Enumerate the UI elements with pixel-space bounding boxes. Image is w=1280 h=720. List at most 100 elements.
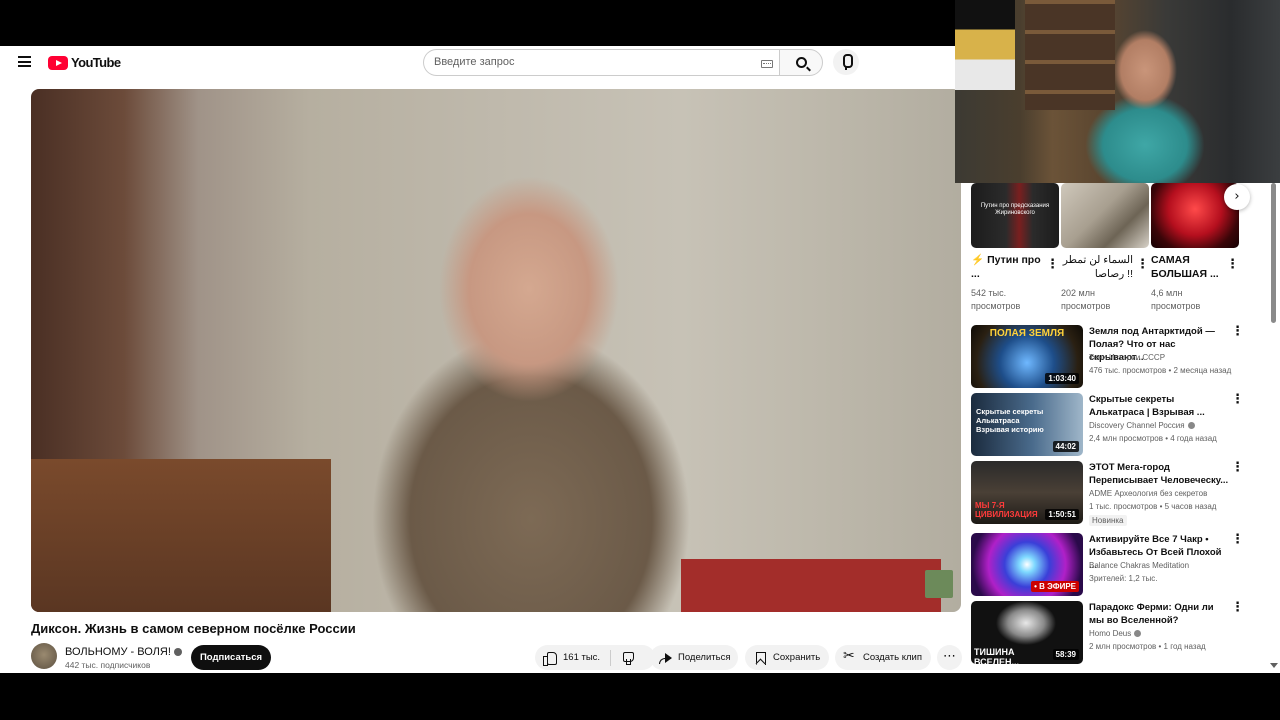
flame-icon: ⚡ [971,254,985,266]
short-menu-icon[interactable]: ⋮ [1136,258,1149,271]
channel-name: Homo Deus [1089,629,1132,638]
share-button[interactable]: Поделиться [650,645,738,670]
video-title[interactable]: Парадокс Ферми: Одни ли мы во Вселенной? [1089,601,1229,627]
more-actions-icon[interactable]: ⋯ [937,645,962,670]
share-label: Поделиться [678,652,731,663]
duration-badge: 1:03:40 [1045,373,1079,384]
youtube-logo[interactable]: YouTube [48,55,121,70]
scroll-down-arrow-icon[interactable] [1270,663,1278,668]
short-thumb-text: Путин про предсказания Жириновского [980,203,1050,216]
video-frame-furniture [31,459,331,612]
new-badge: Новинка [1089,515,1127,526]
like-count: 161 тыс. [563,652,601,663]
logo-text: YouTube [71,55,121,70]
video-thumbnail[interactable]: • В ЭФИРЕ [971,533,1083,596]
short-title[interactable]: САМАЯ БОЛЬШАЯ ... [1151,253,1223,281]
search-bar [423,49,823,76]
scrollbar-thumb[interactable] [1271,183,1276,323]
verified-icon [173,648,182,657]
voice-search-mic-icon[interactable] [833,49,859,75]
related-video-item[interactable]: МЫ 7-Я ЦИВИЛИЗАЦИЯ 1:50:51 ЭТОТ Мега-гор… [971,461,1246,526]
shorts-shelf: Путин про предсказания Жириновского ⚡ Пут… [971,183,1241,313]
webcam-bookshelf [1025,0,1115,110]
short-views: 202 млн просмотров [1061,288,1111,311]
duration-badge: 44:02 [1052,441,1079,452]
thumb-text: Скрытые секреты Алькатраса Взрывая истор… [976,407,1044,434]
video-title: Диксон. Жизнь в самом северном посёлке Р… [31,621,356,636]
video-meta: 476 тыс. просмотров • 2 месяца назад [1089,366,1232,375]
related-video-item[interactable]: • В ЭФИРЕ Активируйте Все 7 Чакр • Избав… [971,533,1246,597]
channel-name[interactable]: Тени Истории СССР [1089,353,1239,362]
thumb-text: ТИШИНА ВСЕЛЕН... [974,647,1019,664]
share-icon [658,651,672,665]
channel-name[interactable]: Balance Chakras Meditation [1089,561,1239,570]
subscriber-count: 442 тыс. подписчиков [65,660,151,670]
channel-name-link[interactable]: ВОЛЬНОМУ - ВОЛЯ! [65,646,182,658]
video-menu-icon[interactable]: ⋮ [1231,601,1244,614]
short-thumbnail[interactable]: Путин про предсказания Жириновского [971,183,1059,248]
thumb-text: ПОЛАЯ ЗЕМЛЯ [989,328,1065,339]
related-video-item[interactable]: ПОЛАЯ ЗЕМЛЯ 1:03:40 Земля под Антарктидо… [971,325,1246,389]
like-button[interactable]: 161 тыс. [543,651,601,666]
video-thumbnail[interactable]: ПОЛАЯ ЗЕМЛЯ 1:03:40 [971,325,1083,388]
duration-badge: 1:50:51 [1045,509,1079,520]
video-menu-icon[interactable]: ⋮ [1231,461,1244,474]
video-thumbnail[interactable]: Скрытые секреты Алькатраса Взрывая истор… [971,393,1083,456]
keyboard-icon[interactable] [761,60,773,68]
video-title[interactable]: ЭТОТ Мега-город Переписывает Человеческу… [1089,461,1229,487]
video-meta: 1 тыс. просмотров • 5 часов назад [1089,502,1217,511]
video-thumbnail[interactable]: ТИШИНА ВСЕЛЕН... 58:39 [971,601,1083,664]
create-clip-button[interactable]: Создать клип [835,645,931,670]
channel-watermark[interactable] [925,570,953,598]
youtube-play-icon [48,55,68,70]
short-thumbnail[interactable] [1061,183,1149,248]
video-menu-icon[interactable]: ⋮ [1231,325,1244,338]
video-meta: 2,4 млн просмотров • 4 года назад [1089,434,1217,443]
like-dislike-group: 161 тыс. [535,645,655,670]
channel-name: Discovery Channel Россия [1089,421,1185,430]
short-views: 542 тыс. просмотров [971,288,1021,311]
thumbs-up-icon [543,651,557,666]
duration-badge: 58:39 [1052,649,1079,660]
verified-icon [1134,630,1142,638]
chevron-right-icon[interactable]: › [1224,184,1250,210]
search-input[interactable] [434,56,744,68]
short-item[interactable]: السماء لن تمطر رصاصا !! ⋮ 202 млн просмо… [1061,183,1149,311]
webcam-flag [955,0,1015,90]
save-button[interactable]: Сохранить [745,645,829,670]
live-badge: • В ЭФИРЕ [1031,581,1079,592]
thumbs-down-icon[interactable] [621,651,635,665]
video-menu-icon[interactable]: ⋮ [1231,533,1244,546]
video-meta: Зрителей: 1,2 тыс. [1089,574,1158,583]
video-meta: 2 млн просмотров • 1 год назад [1089,642,1206,651]
short-title[interactable]: السماء لن تمطر رصاصا !! [1061,253,1133,281]
video-player[interactable] [31,89,961,612]
subscribe-button[interactable]: Подписаться [191,645,271,670]
video-menu-icon[interactable]: ⋮ [1231,393,1244,406]
short-menu-icon[interactable]: ⋮ [1226,258,1239,271]
divider [610,649,612,666]
search-box[interactable] [423,49,779,76]
short-views: 4,6 млн просмотров [1151,288,1201,311]
channel-name: ВОЛЬНОМУ - ВОЛЯ! [65,646,171,658]
related-video-item[interactable]: Скрытые секреты Алькатраса Взрывая истор… [971,393,1246,457]
search-button[interactable] [779,49,823,76]
short-menu-icon[interactable]: ⋮ [1046,258,1059,271]
channel-name[interactable]: ADME Археология без секретов [1089,489,1239,498]
menu-icon[interactable] [18,56,31,67]
video-title[interactable]: Скрытые секреты Алькатраса | Взрывая ... [1089,393,1229,419]
video-thumbnail[interactable]: МЫ 7-Я ЦИВИЛИЗАЦИЯ 1:50:51 [971,461,1083,524]
related-video-item[interactable]: ТИШИНА ВСЕЛЕН... 58:39 Парадокс Ферми: О… [971,601,1246,665]
thumb-text: МЫ 7-Я ЦИВИЛИЗАЦИЯ [975,501,1038,519]
channel-avatar[interactable] [31,643,57,669]
channel-name-link[interactable]: Discovery Channel Россия [1089,421,1239,430]
bookmark-icon [753,651,767,665]
short-title[interactable]: ⚡ Путин про ... [971,253,1043,281]
verified-icon [1187,422,1195,430]
short-item[interactable]: Путин про предсказания Жириновского ⚡ Пут… [971,183,1059,311]
video-frame-rug [681,559,941,612]
webcam-overlay [955,0,1280,183]
save-label: Сохранить [773,652,821,663]
clip-label: Создать клип [863,652,922,663]
channel-name-link[interactable]: Homo Deus [1089,629,1239,638]
